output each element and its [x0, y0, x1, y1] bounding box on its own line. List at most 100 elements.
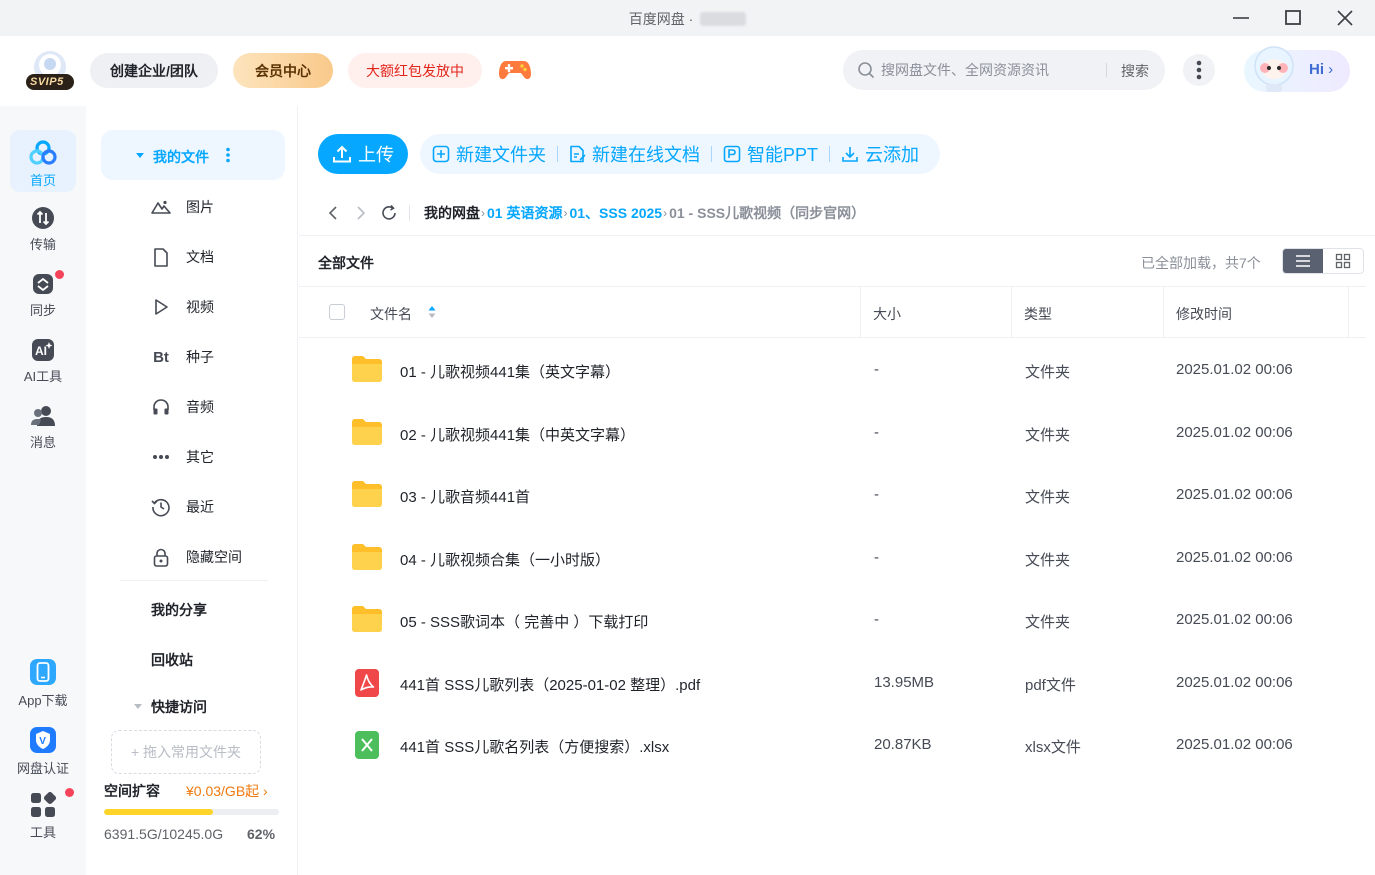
- refresh-button[interactable]: [375, 204, 403, 222]
- rail-item-verify[interactable]: V 网盘认证: [10, 716, 76, 778]
- red-packet-promo-button[interactable]: 大额红包发放中: [348, 53, 482, 88]
- sidebar-item-other[interactable]: 其它: [150, 445, 214, 469]
- folder-icon: [351, 480, 383, 511]
- file-size: -: [874, 423, 879, 441]
- column-type[interactable]: 类型: [1024, 304, 1052, 324]
- breadcrumb: 我的网盘 › 01 英语资源 › 01、SSS 2025 › 01 - SSS儿…: [319, 202, 865, 224]
- sidebar-label-recent: 最近: [186, 499, 214, 515]
- breadcrumb-level-2[interactable]: 01、SSS 2025: [569, 203, 662, 223]
- table-row[interactable]: 441首 SSS儿歌列表（2025-01-02 整理）.pdf 13.95MB pd…: [299, 652, 1366, 714]
- column-name[interactable]: 文件名: [370, 304, 412, 324]
- folder-icon: [351, 543, 383, 574]
- minimize-button[interactable]: [1223, 4, 1259, 32]
- new-online-doc-button[interactable]: 新建在线文档: [569, 141, 700, 167]
- table-row[interactable]: 441首 SSS儿歌名列表（方便搜索）.xlsx 20.87KB xlsx文件 202…: [299, 714, 1366, 776]
- file-name[interactable]: 02 - 儿歌视频441集（中英文字幕）: [400, 424, 635, 445]
- file-name[interactable]: 03 - 儿歌音频441首: [400, 486, 530, 507]
- app-download-icon: [30, 659, 56, 685]
- new-folder-button[interactable]: 新建文件夹: [432, 141, 546, 167]
- table-row[interactable]: 05 - SSS歌词本（ 完善中 ）下载打印 - 文件夹 2025.01.02 00:…: [299, 589, 1366, 651]
- table-row[interactable]: 02 - 儿歌视频441集（中英文字幕） - 文件夹 2025.01.02 00:06: [299, 402, 1366, 464]
- select-all-checkbox[interactable]: [329, 304, 345, 320]
- search-button[interactable]: 搜索: [1121, 61, 1149, 81]
- sidebar-item-my-share[interactable]: 我的分享: [151, 600, 207, 620]
- quick-access-dropzone[interactable]: + 拖入常用文件夹: [111, 730, 261, 774]
- toolbar-divider: [711, 146, 712, 162]
- grid-view-icon: [1335, 253, 1351, 269]
- more-menu-button[interactable]: [1183, 54, 1215, 86]
- svg-text:V: V: [39, 736, 46, 747]
- file-name[interactable]: 441首 SSS儿歌名列表（方便搜索）.xlsx: [400, 736, 669, 757]
- sidebar-item-images[interactable]: 图片: [150, 195, 214, 219]
- rail-item-sync[interactable]: 同步: [10, 262, 76, 324]
- breadcrumb-root[interactable]: 我的网盘: [424, 203, 480, 223]
- mascot-icon: [1248, 42, 1300, 97]
- quick-access-label: 快捷访问: [151, 699, 207, 715]
- tools-badge-dot: [65, 788, 74, 797]
- rail-item-app-download[interactable]: App下载: [10, 648, 76, 710]
- file-name[interactable]: 04 - 儿歌视频合集（一小时版）: [400, 549, 610, 570]
- sidebar-item-recycle-bin[interactable]: 回收站: [151, 650, 193, 670]
- caret-down-icon: [134, 704, 142, 709]
- my-files-more-icon[interactable]: [225, 147, 231, 163]
- cloud-add-button[interactable]: 云添加: [841, 141, 919, 167]
- table-row[interactable]: 01 - 儿歌视频441集（英文字幕） - 文件夹 2025.01.02 00:06: [299, 339, 1366, 401]
- sidebar-item-videos[interactable]: 视频: [150, 295, 214, 319]
- online-doc-icon: [570, 145, 586, 163]
- rail-label-ai-tools: AI工具: [23, 369, 63, 384]
- vip-center-button[interactable]: 会员中心: [233, 53, 333, 88]
- svip-badge: SVIP5: [30, 76, 64, 88]
- window-title: 百度网盘 ·: [0, 9, 1375, 29]
- maximize-button[interactable]: [1275, 4, 1311, 32]
- upload-button[interactable]: 上传: [318, 134, 408, 174]
- assistant-hi-button[interactable]: Hi ›: [1244, 46, 1350, 92]
- column-size[interactable]: 大小: [873, 304, 901, 324]
- rail-item-home[interactable]: 首页: [10, 130, 76, 192]
- cloud-add-label: 云添加: [865, 145, 920, 165]
- ai-tools-icon: AI: [32, 339, 54, 361]
- folder-icon: [351, 355, 383, 386]
- sidebar-item-hidden-space[interactable]: 隐藏空间: [150, 545, 242, 569]
- rail-item-ai-tools[interactable]: AI AI工具: [10, 328, 76, 390]
- folder-icon: [351, 605, 383, 636]
- sidebar-item-torrents[interactable]: Bt 种子: [150, 345, 214, 369]
- upload-label: 上传: [358, 145, 394, 165]
- sidebar-item-recent[interactable]: 最近: [150, 495, 214, 519]
- list-view-button[interactable]: [1283, 249, 1323, 273]
- file-name[interactable]: 441首 SSS儿歌列表（2025-01-02 整理）.pdf: [400, 674, 700, 695]
- torrent-icon: Bt: [153, 348, 169, 366]
- table-row[interactable]: 04 - 儿歌视频合集（一小时版） - 文件夹 2025.01.02 00:06: [299, 527, 1366, 589]
- sidebar-item-audio[interactable]: 音频: [150, 395, 214, 419]
- breadcrumb-separator-icon: ›: [663, 206, 668, 220]
- rail-item-tools[interactable]: 工具: [10, 782, 76, 844]
- game-center-button[interactable]: [498, 58, 532, 85]
- rail-item-message[interactable]: 消息: [10, 394, 76, 456]
- table-row[interactable]: 03 - 儿歌音频441首 - 文件夹 2025.01.02 00:06: [299, 464, 1366, 526]
- sort-icon[interactable]: [428, 305, 436, 322]
- sidebar-item-documents[interactable]: 文档: [150, 245, 214, 269]
- file-name[interactable]: 01 - 儿歌视频441集（英文字幕）: [400, 361, 620, 382]
- my-files-item[interactable]: 我的文件: [101, 130, 285, 180]
- quick-access-header[interactable]: 快捷访问: [133, 697, 207, 717]
- file-mtime: 2025.01.02 00:06: [1176, 736, 1293, 753]
- smart-ppt-button[interactable]: 智能PPT: [723, 141, 818, 167]
- create-enterprise-button[interactable]: 创建企业/团队: [90, 53, 218, 88]
- document-icon: [150, 246, 172, 268]
- forward-button[interactable]: [347, 205, 375, 221]
- column-mtime[interactable]: 修改时间: [1176, 304, 1232, 324]
- avatar[interactable]: SVIP5: [24, 50, 76, 92]
- rail-item-transfer[interactable]: 传输: [10, 196, 76, 258]
- ppt-icon: [723, 145, 741, 163]
- sidebar-label-torrents: 种子: [186, 349, 214, 365]
- lock-icon: [150, 546, 172, 568]
- search-icon: [857, 61, 875, 82]
- sync-icon: [33, 274, 53, 294]
- search-input[interactable]: [881, 58, 1101, 82]
- grid-view-button[interactable]: [1323, 249, 1363, 273]
- back-button[interactable]: [319, 205, 347, 221]
- space-expand-price[interactable]: ¥0.03/GB起 ›: [186, 781, 268, 801]
- close-button[interactable]: [1327, 4, 1363, 32]
- file-name[interactable]: 05 - SSS歌词本（ 完善中 ）下载打印: [400, 611, 648, 632]
- breadcrumb-level-1[interactable]: 01 英语资源: [487, 203, 562, 223]
- space-expand-title[interactable]: 空间扩容: [104, 781, 160, 801]
